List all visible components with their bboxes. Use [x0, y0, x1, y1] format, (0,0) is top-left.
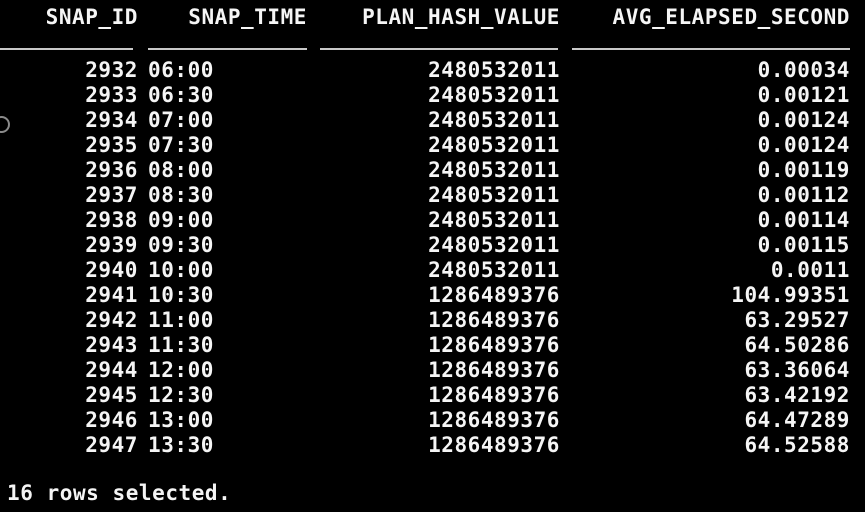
snap-id-cell: 2946: [85, 408, 138, 432]
avg-elapsed-second-cell: 0.00124: [757, 108, 850, 132]
avg-elapsed-second-cell: 104.99351: [731, 283, 850, 307]
table-row: 2942 11:00 1286489376 63.29527: [0, 308, 865, 333]
terminal-screen[interactable]: SNAP_ID SNAP_TIME PLAN_HASH_VALUE AVG_EL…: [0, 0, 865, 512]
snap-id-cell: 2939: [85, 233, 138, 257]
table-row: 2943 11:30 1286489376 64.50286: [0, 333, 865, 358]
snap-time-cell: 11:30: [148, 333, 214, 357]
table-row: 2935 07:30 2480532011 0.00124: [0, 133, 865, 158]
snap-time-cell: 12:30: [148, 383, 214, 407]
snap-id-cell: 2943: [85, 333, 138, 357]
snap-time-cell: 11:00: [148, 308, 214, 332]
avg-elapsed-second-cell: 0.00121: [757, 83, 850, 107]
snap-time-cell: 06:30: [148, 83, 214, 107]
table-row: 2945 12:30 1286489376 63.42192: [0, 383, 865, 408]
avg-elapsed-second-cell: 64.47289: [744, 408, 850, 432]
snap-time-cell: 13:00: [148, 408, 214, 432]
snap-id-cell: 2945: [85, 383, 138, 407]
snap-id-cell: 2932: [85, 58, 138, 82]
table-row: 2932 06:00 2480532011 0.00034: [0, 58, 865, 83]
avg-elapsed-second-cell: 64.50286: [744, 333, 850, 357]
table-row: 2944 12:00 1286489376 63.36064: [0, 358, 865, 383]
snap-time-cell: 12:00: [148, 358, 214, 382]
snap-id-cell: 2937: [85, 183, 138, 207]
header-underline-snap-id: [0, 48, 133, 50]
snap-id-cell: 2933: [85, 83, 138, 107]
column-header-snap-id: SNAP_ID: [45, 5, 138, 29]
table-row: 2938 09:00 2480532011 0.00114: [0, 208, 865, 233]
header-underline-snap-time: [148, 48, 307, 50]
avg-elapsed-second-cell: 63.29527: [744, 308, 850, 332]
table-row: 2940 10:00 2480532011 0.0011: [0, 258, 865, 283]
table-row: 2947 13:30 1286489376 64.52588: [0, 433, 865, 458]
table-row: 2934 07:00 2480532011 0.00124: [0, 108, 865, 133]
snap-id-cell: 2942: [85, 308, 138, 332]
table-row: 2936 08:00 2480532011 0.00119: [0, 158, 865, 183]
snap-time-cell: 09:30: [148, 233, 214, 257]
table-row: 2946 13:00 1286489376 64.47289: [0, 408, 865, 433]
avg-elapsed-second-cell: 63.42192: [744, 383, 850, 407]
avg-elapsed-second-cell: 0.00114: [757, 208, 850, 232]
snap-id-cell: 2938: [85, 208, 138, 232]
snap-id-cell: 2935: [85, 133, 138, 157]
column-header-avg-elapsed-second: AVG_ELAPSED_SECOND: [612, 5, 850, 29]
header-underline-plan-hash-value: [320, 48, 558, 50]
table-row: 2933 06:30 2480532011 0.00121: [0, 83, 865, 108]
snap-time-cell: 07:00: [148, 108, 214, 132]
table-header-row: SNAP_ID SNAP_TIME PLAN_HASH_VALUE AVG_EL…: [0, 5, 865, 30]
avg-elapsed-second-cell: 0.0011: [770, 258, 850, 282]
snap-time-cell: 10:00: [148, 258, 214, 282]
snap-time-cell: 13:30: [148, 433, 214, 457]
avg-elapsed-second-cell: 0.00112: [757, 183, 850, 207]
snap-id-cell: 2940: [85, 258, 138, 282]
snap-time-cell: 08:00: [148, 158, 214, 182]
snap-id-cell: 2934: [85, 108, 138, 132]
header-underline-avg-elapsed-second: [572, 48, 850, 50]
table-row: 2941 10:30 1286489376 104.99351: [0, 283, 865, 308]
table-row: 2937 08:30 2480532011 0.00112: [0, 183, 865, 208]
avg-elapsed-second-cell: 0.00119: [757, 158, 850, 182]
snap-time-cell: 08:30: [148, 183, 214, 207]
snap-id-cell: 2947: [85, 433, 138, 457]
snap-time-cell: 10:30: [148, 283, 214, 307]
snap-id-cell: 2936: [85, 158, 138, 182]
avg-elapsed-second-cell: 63.36064: [744, 358, 850, 382]
snap-time-cell: 07:30: [148, 133, 214, 157]
avg-elapsed-second-cell: 64.52588: [744, 433, 850, 457]
snap-id-cell: 2941: [85, 283, 138, 307]
snap-time-cell: 06:00: [148, 58, 214, 82]
column-header-snap-time: SNAP_TIME: [188, 5, 307, 29]
table-row: 2939 09:30 2480532011 0.00115: [0, 233, 865, 258]
snap-id-cell: 2944: [85, 358, 138, 382]
row-count-message: 16 rows selected.: [7, 481, 232, 505]
snap-time-cell: 09:00: [148, 208, 214, 232]
avg-elapsed-second-cell: 0.00034: [757, 58, 850, 82]
avg-elapsed-second-cell: 0.00115: [757, 233, 850, 257]
avg-elapsed-second-cell: 0.00124: [757, 133, 850, 157]
